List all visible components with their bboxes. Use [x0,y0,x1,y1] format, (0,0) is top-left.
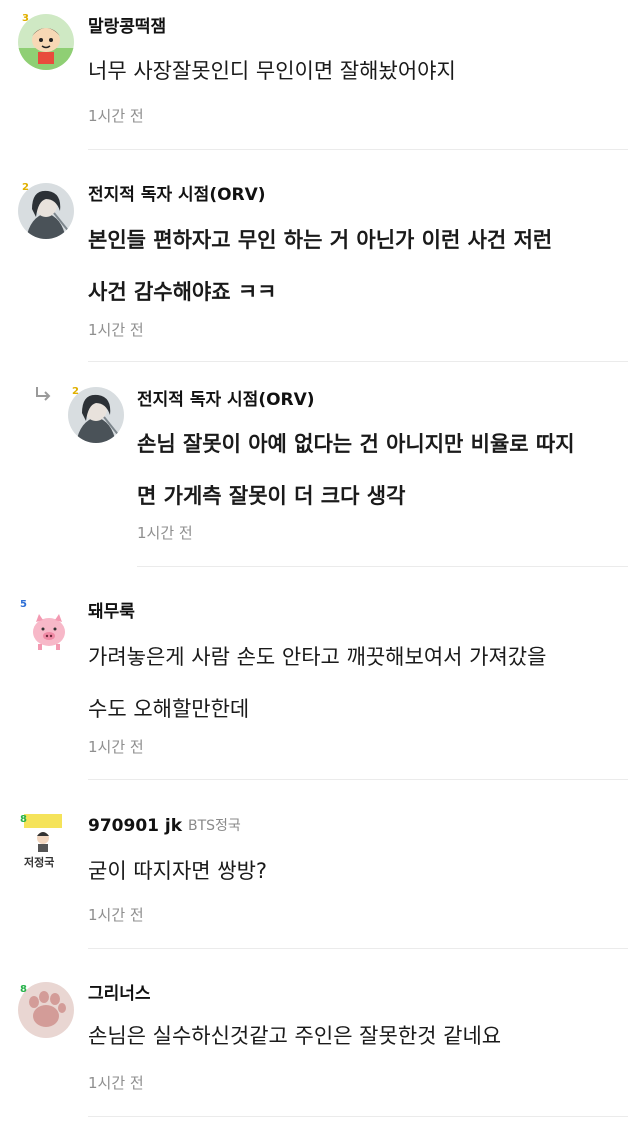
comment-text: 손님은 실수하신것같고 주인은 잘못한것 같네요 [88,1021,501,1073]
nickname[interactable]: 전지적 독자 시점(ORV) [88,184,266,206]
divider [137,566,628,567]
comment-line: 굳이 따지자면 쌍방? [88,859,268,883]
comment-line: 손님 잘못이 아예 없다는 건 아니지만 비율로 따지 [137,432,575,456]
reply-arrow-icon [36,387,51,401]
timestamp: 1시간 전 [88,906,144,924]
divider [88,361,628,362]
comment-text: 본인들 편하자고 무인 하는 거 아닌가 이런 사건 저런 사건 감수해야죠 ㅋ… [88,225,552,329]
divider [88,149,628,150]
fan-badge-text: 저정국 [24,856,55,869]
comment-line: 본인들 편하자고 무인 하는 거 아닌가 이런 사건 저런 [88,228,553,252]
nickname[interactable]: 말랑콩떡잼 [88,16,166,38]
level-badge: 2 [22,182,29,193]
level-badge: 8 [20,984,27,995]
comment-text: 너무 사장잘못인디 무인이면 잘해놨어야지 [88,56,456,108]
comment-text: 손님 잘못이 아예 없다는 건 아니지만 비율로 따지 면 가게측 잘못이 더 … [137,429,575,533]
comment-text: 굳이 따지자면 쌍방? [88,856,267,908]
comment-text: 가려놓은게 사람 손도 안타고 깨끗해보여서 가져갔을 수도 오해할만한데 [88,642,546,746]
fan-tag: BTS정국 [188,818,241,834]
level-badge: 2 [72,386,79,397]
timestamp: 1시간 전 [88,107,144,125]
nickname[interactable]: 그리너스 [88,983,151,1005]
comment-line: 면 가게측 잘못이 더 크다 생각 [137,484,406,508]
comment-line: 가려놓은게 사람 손도 안타고 깨끗해보여서 가져갔을 [88,645,547,669]
nickname[interactable]: 돼무룩 [88,601,135,623]
level-badge: 8 [20,814,27,825]
divider [88,1116,628,1117]
timestamp: 1시간 전 [88,1074,144,1092]
comment-line: 너무 사장잘못인디 무인이면 잘해놨어야지 [88,59,456,83]
timestamp: 1시간 전 [137,524,193,542]
divider [88,779,628,780]
level-badge: 5 [20,599,27,610]
timestamp: 1시간 전 [88,738,144,756]
timestamp: 1시간 전 [88,321,144,339]
nickname[interactable]: 970901 jk [88,815,182,837]
comment-line: 사건 감수해야죠 ㅋㅋ [88,280,277,304]
level-badge: 3 [22,13,29,24]
comment-line: 손님은 실수하신것같고 주인은 잘못한것 같네요 [88,1024,502,1048]
nickname[interactable]: 전지적 독자 시점(ORV) [137,389,315,411]
comment-line: 수도 오해할만한데 [88,697,250,721]
divider [88,948,628,949]
